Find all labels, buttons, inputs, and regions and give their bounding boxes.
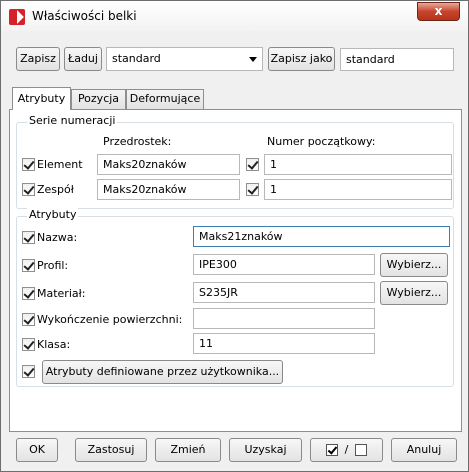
title-bar: Właściwości belki x <box>1 1 468 31</box>
finish-label: Wykończenie powierzchni: <box>37 313 183 326</box>
element-label: Element <box>37 158 83 171</box>
dialog-window: Właściwości belki x Zapisz Ładuj standar… <box>0 0 469 472</box>
load-button[interactable]: Ładuj <box>64 47 102 71</box>
get-button[interactable]: Uzyskaj <box>229 438 302 462</box>
profile-select-button[interactable]: Wybierz... <box>380 253 448 277</box>
save-as-button[interactable]: Zapisz jako <box>268 47 335 71</box>
user-defined-attributes-button[interactable]: Atrybuty definiowane przez użytkownika..… <box>42 360 283 384</box>
element-start-input[interactable]: 1 <box>264 154 452 175</box>
numbering-group-title: Serie numeracji <box>27 114 118 127</box>
attributes-tab-panel: Serie numeracji Przedrostek: Numer począ… <box>9 109 462 432</box>
dropdown-arrow-icon <box>249 57 257 62</box>
save-as-name-input[interactable]: standard <box>340 48 454 71</box>
checkbox-checked-icon <box>326 444 339 456</box>
apply-button[interactable]: Zastosuj <box>75 438 147 462</box>
preset-select-value: standard <box>112 52 161 65</box>
assembly-checkbox[interactable] <box>22 183 35 196</box>
tab-deforming[interactable]: Deformujące <box>126 89 204 109</box>
assembly-start-input[interactable]: 1 <box>264 179 452 200</box>
tab-attributes[interactable]: Atrybuty <box>12 87 71 110</box>
profile-input[interactable]: IPE300 <box>193 254 375 275</box>
save-button[interactable]: Zapisz <box>16 47 60 71</box>
modify-button[interactable]: Zmień <box>155 438 221 462</box>
cancel-button[interactable]: Anuluj <box>391 438 457 462</box>
element-checkbox[interactable] <box>22 158 35 171</box>
finish-input[interactable] <box>193 308 375 329</box>
udf-checkbox[interactable] <box>22 365 35 378</box>
tab-position[interactable]: Pozycja <box>71 89 126 109</box>
name-checkbox[interactable] <box>22 231 35 244</box>
profile-label: Profil: <box>37 259 69 272</box>
class-label: Klasa: <box>37 338 71 351</box>
finish-checkbox[interactable] <box>22 313 35 326</box>
toggle-separator: / <box>344 443 349 456</box>
material-select-button[interactable]: Wybierz... <box>380 281 448 305</box>
window-title: Właściwości belki <box>32 9 137 23</box>
assembly-start-checkbox[interactable] <box>246 183 259 196</box>
class-input[interactable]: 11 <box>193 333 375 354</box>
toggle-all-checkboxes-button[interactable]: / <box>310 438 383 462</box>
element-start-checkbox[interactable] <box>246 158 259 171</box>
element-prefix-input[interactable]: Maks20znaków <box>97 154 240 175</box>
profile-checkbox[interactable] <box>22 259 35 272</box>
material-label: Materiał: <box>37 287 86 300</box>
ok-button[interactable]: OK <box>16 438 58 462</box>
attributes-group-title: Atrybuty <box>27 208 79 221</box>
prefix-header: Przedrostek: <box>103 135 172 148</box>
preset-select[interactable]: standard <box>106 47 263 71</box>
name-label: Nazwa: <box>37 231 78 244</box>
class-checkbox[interactable] <box>22 338 35 351</box>
assembly-label: Zespół <box>37 183 74 196</box>
material-input[interactable]: S235JR <box>193 282 375 303</box>
close-icon[interactable]: x <box>417 2 460 21</box>
assembly-prefix-input[interactable]: Maks20znaków <box>97 179 240 200</box>
app-icon <box>9 9 25 25</box>
start-number-header: Numer początkowy: <box>267 135 376 148</box>
name-input[interactable]: Maks21znaków <box>193 226 450 247</box>
material-checkbox[interactable] <box>22 287 35 300</box>
checkbox-unchecked-icon <box>354 444 367 456</box>
